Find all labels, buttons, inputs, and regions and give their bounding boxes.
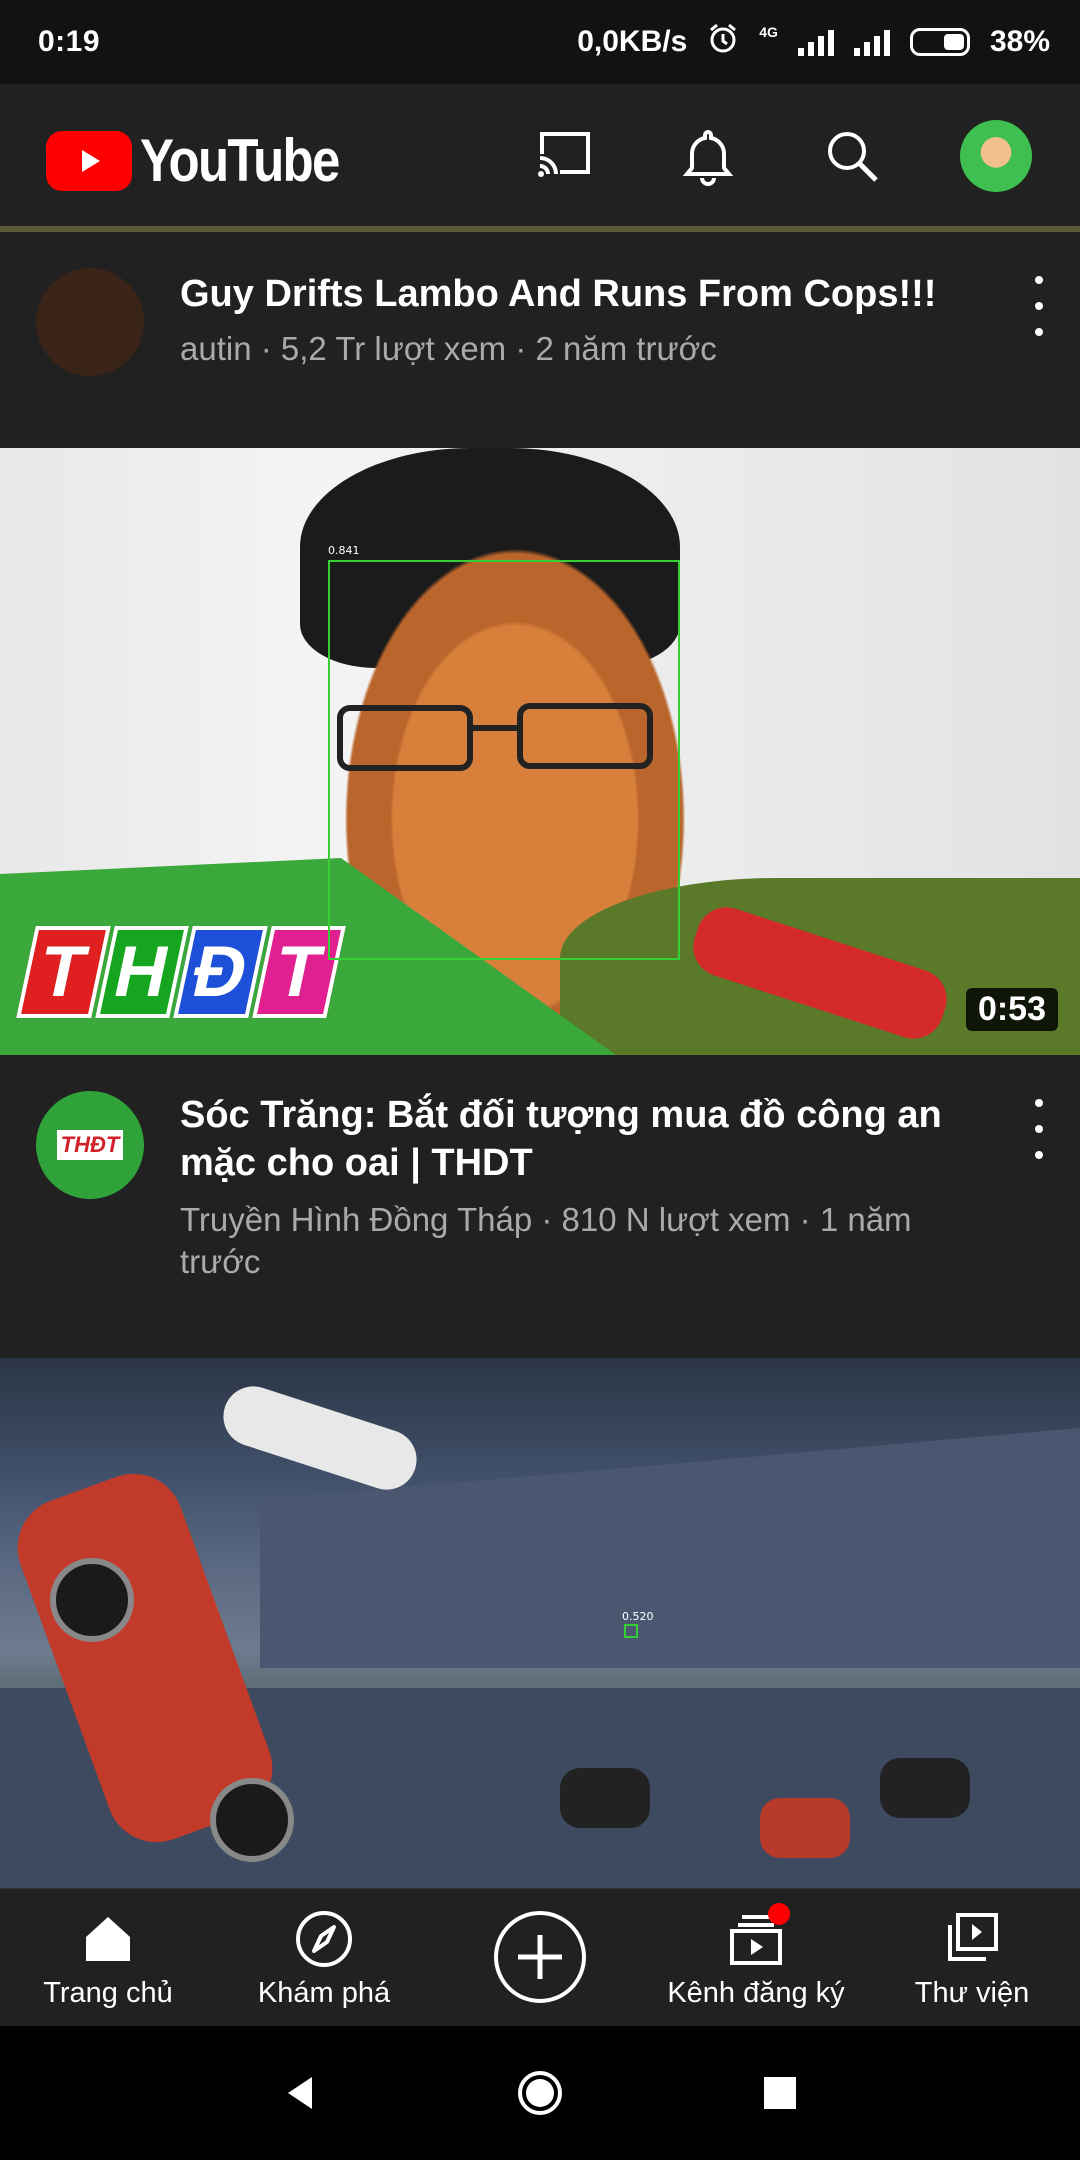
recents-square-icon[interactable] xyxy=(755,2068,805,2118)
channel-avatar[interactable] xyxy=(36,268,144,376)
video-thumbnail[interactable]: T H Đ T 0.841 0:53 xyxy=(0,448,1080,1055)
back-icon[interactable] xyxy=(275,2068,325,2118)
library-icon xyxy=(942,1909,1002,1969)
create-plus-icon xyxy=(494,1911,586,2003)
bottom-navigation: Trang chủ Khám phá Kênh đăng ký Thư viện xyxy=(0,1888,1080,2026)
account-avatar[interactable] xyxy=(960,120,1032,192)
bell-icon[interactable] xyxy=(676,124,740,188)
nav-home-label: Trang chủ xyxy=(43,1977,173,2009)
alarm-icon xyxy=(707,22,739,62)
nav-explore-label: Khám phá xyxy=(257,1977,391,2009)
system-navigation-bar xyxy=(0,2026,1080,2160)
battery-icon xyxy=(909,28,970,56)
nav-explore[interactable]: Khám phá xyxy=(216,1889,432,2027)
thumbnail-race-car xyxy=(760,1798,850,1858)
cast-icon[interactable] xyxy=(532,124,596,188)
network-type: 4G xyxy=(759,24,778,40)
search-icon[interactable] xyxy=(820,124,884,188)
home-circle-icon[interactable] xyxy=(515,2068,565,2118)
thumbnail-wheel xyxy=(210,1778,294,1862)
more-options-icon[interactable] xyxy=(1024,1099,1054,1159)
thumbnail-flying-driver xyxy=(215,1378,425,1498)
signal-icon xyxy=(797,28,834,56)
nav-subscriptions[interactable]: Kênh đăng ký xyxy=(648,1889,864,2027)
detection-box xyxy=(624,1624,638,1638)
thumbnail-race-car xyxy=(560,1768,650,1828)
video-title[interactable]: Guy Drifts Lambo And Runs From Cops!!! xyxy=(180,270,970,318)
video-thumbnail[interactable]: 0.520 xyxy=(0,1358,1080,1888)
channel-avatar[interactable]: THĐT xyxy=(36,1091,144,1199)
nav-home[interactable]: Trang chủ xyxy=(0,1889,216,2027)
nav-library[interactable]: Thư viện xyxy=(864,1889,1080,2027)
notification-badge-dot xyxy=(768,1903,790,1925)
video-title[interactable]: Sóc Trăng: Bắt đối tượng mua đồ công an … xyxy=(180,1091,970,1187)
app-header: YouTube xyxy=(0,84,1080,228)
video-info-1[interactable]: Guy Drifts Lambo And Runs From Cops!!! a… xyxy=(0,232,1080,448)
status-bar: 0:19 0,0KB/s 4G 38% xyxy=(0,0,1080,84)
nav-subscriptions-label: Kênh đăng ký xyxy=(667,1977,845,2009)
signal-icon-2 xyxy=(853,28,890,56)
logo-text: YouTube xyxy=(140,127,340,194)
nav-create[interactable] xyxy=(432,1889,648,2027)
detection-score-label: 0.520 xyxy=(622,1610,654,1623)
video-duration: 0:53 xyxy=(965,988,1058,1031)
video-meta: autin · 5,2 Tr lượt xem · 2 năm trước xyxy=(180,330,717,367)
thumbnail-wheel xyxy=(50,1558,134,1642)
network-speed: 0,0KB/s xyxy=(577,25,688,58)
battery-percent: 38% xyxy=(989,25,1050,58)
video-meta: Truyền Hình Đồng Tháp · 810 N lượt xem ·… xyxy=(180,1201,912,1280)
compass-icon xyxy=(294,1909,354,1969)
nav-library-label: Thư viện xyxy=(914,1977,1030,2009)
status-time: 0:19 xyxy=(38,25,101,58)
home-icon xyxy=(78,1909,138,1969)
youtube-play-icon xyxy=(46,130,132,191)
more-options-icon[interactable] xyxy=(1024,276,1054,336)
status-indicators: 0,0KB/s 4G 38% xyxy=(577,22,1050,62)
youtube-logo[interactable]: YouTube xyxy=(46,126,374,195)
detection-box xyxy=(328,560,680,960)
detection-score-label: 0.841 xyxy=(328,544,360,557)
thdt-logo: T H Đ T xyxy=(16,926,346,1018)
thumbnail-race-car xyxy=(880,1758,970,1818)
video-info-2[interactable]: THĐT Sóc Trăng: Bắt đối tượng mua đồ côn… xyxy=(0,1055,1080,1358)
